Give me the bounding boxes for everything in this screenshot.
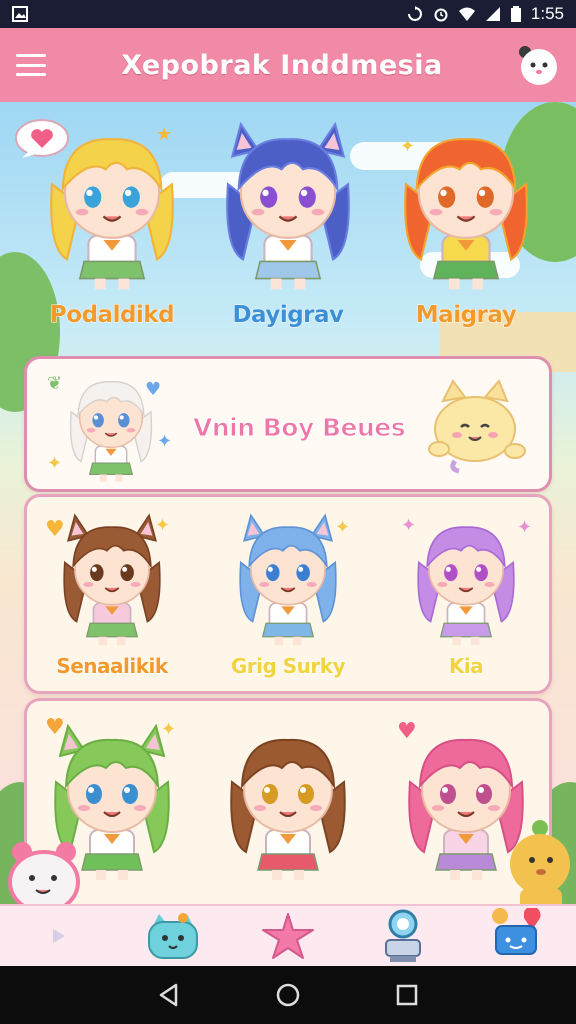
- app-bar: Xepobrak Inddmesia: [0, 28, 576, 102]
- banner-character: [61, 369, 161, 487]
- cat-mascot-icon: [428, 379, 526, 474]
- character-name: Dayigrav: [232, 302, 345, 329]
- sync-icon: [407, 6, 422, 21]
- nav-home[interactable]: [28, 908, 88, 964]
- nav-chat[interactable]: [488, 908, 548, 964]
- character-name: Kia: [448, 654, 484, 679]
- character-avatar[interactable]: [229, 512, 347, 647]
- yellow-dog-mascot: [510, 820, 570, 910]
- recents-square-icon[interactable]: [387, 975, 427, 1015]
- pink-star-icon: [261, 913, 314, 959]
- signal-icon: [485, 7, 500, 21]
- alarm-icon: [434, 8, 448, 22]
- character-avatar[interactable]: [391, 120, 541, 291]
- play-triangle-icon: [52, 929, 65, 943]
- character-avatar[interactable]: [407, 512, 525, 647]
- robot-icon: [385, 909, 422, 962]
- chat-icon: [492, 908, 541, 955]
- sparkle-icon: ✦: [47, 453, 63, 474]
- character-avatar[interactable]: [213, 120, 363, 291]
- status-bar: 1:55: [0, 0, 576, 28]
- character-name: Grig Surky: [230, 654, 346, 679]
- bottom-nav: [0, 904, 576, 966]
- character-name: Maigray: [415, 302, 517, 329]
- banner-title: Vnin Boy Beues: [192, 413, 406, 443]
- back-triangle-icon[interactable]: [149, 975, 189, 1015]
- nav-robot[interactable]: [373, 908, 433, 964]
- status-time: 1:55: [530, 4, 564, 23]
- nav-favorites[interactable]: [258, 908, 318, 964]
- character-avatar[interactable]: [218, 722, 358, 882]
- character-avatar[interactable]: [37, 120, 187, 291]
- battery-icon: [510, 6, 521, 22]
- leaf-icon: ❦: [47, 373, 63, 394]
- character-name: Senaalikik: [56, 654, 169, 679]
- nav-pets[interactable]: [143, 908, 203, 964]
- banner-card[interactable]: ❦ ♥ ✦ ✦ Vnin Boy Beues: [24, 356, 552, 492]
- character-avatar[interactable]: [53, 512, 171, 647]
- panda-avatar-icon[interactable]: [516, 42, 562, 88]
- home-circle-icon[interactable]: [268, 975, 308, 1015]
- wifi-icon: [458, 7, 475, 21]
- app-title: Xepobrak Inddmesia: [121, 49, 443, 81]
- system-nav-bar: [0, 966, 576, 1024]
- character-name: Podaldikd: [49, 302, 175, 329]
- blue-cat-icon: [147, 913, 198, 959]
- hamburger-menu-icon[interactable]: [14, 50, 48, 80]
- image-icon: [12, 6, 28, 22]
